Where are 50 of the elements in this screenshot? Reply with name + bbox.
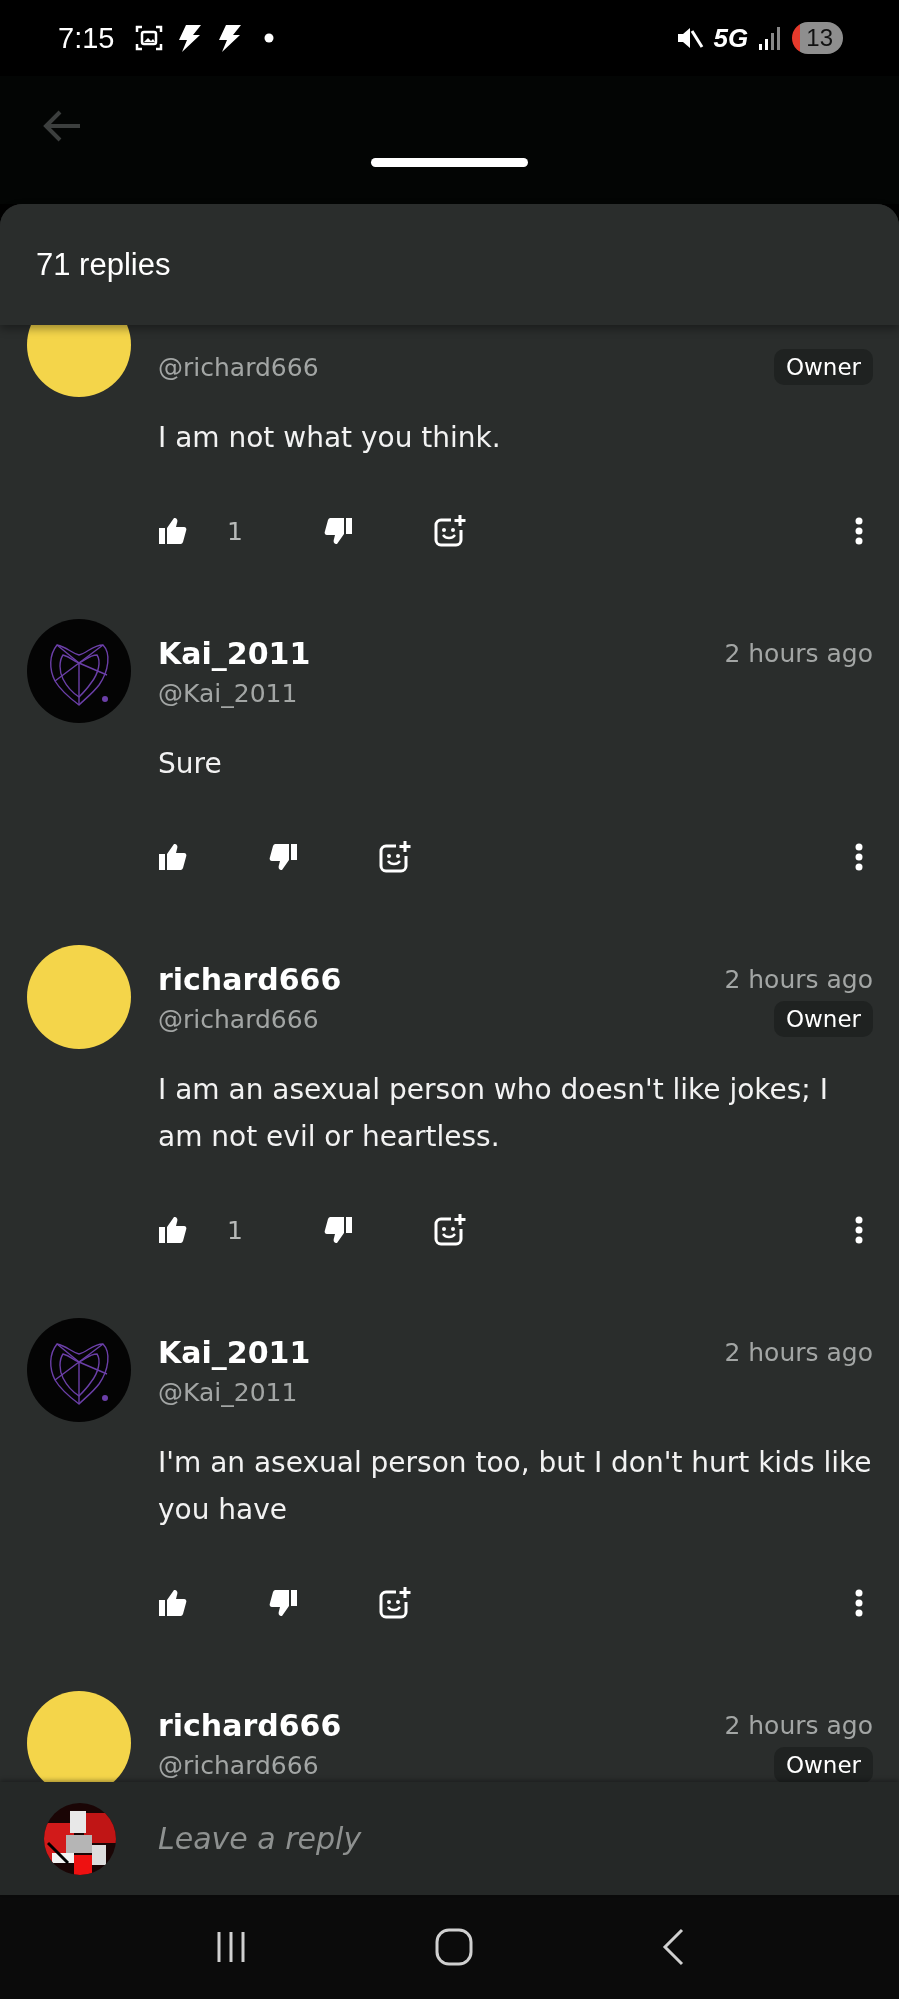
emoji-add-icon[interactable] bbox=[432, 514, 467, 548]
notification-dot-icon bbox=[264, 33, 275, 43]
user-handle: @richard666 bbox=[158, 352, 319, 382]
timestamp: 2 hours ago bbox=[724, 1710, 873, 1740]
status-time: 7:15 bbox=[58, 21, 115, 55]
comment-text: I'm an asexual person too, but I don't hurt kids like you have bbox=[158, 1445, 873, 1528]
timestamp: 2 hours ago bbox=[724, 964, 873, 994]
thumbs-up-icon[interactable] bbox=[158, 1215, 188, 1245]
home-icon[interactable] bbox=[435, 1928, 474, 1966]
owner-badge: Owner bbox=[773, 1001, 873, 1037]
more-options-icon[interactable] bbox=[855, 1216, 863, 1244]
comment-text: Sure bbox=[158, 746, 223, 782]
comment-text: I am not what you think. bbox=[158, 420, 502, 456]
like-count: 1 bbox=[227, 516, 243, 546]
timestamp: 2 hours ago bbox=[724, 1337, 873, 1367]
more-options-icon[interactable] bbox=[855, 843, 863, 871]
reply-field[interactable]: Leave a reply bbox=[156, 1807, 899, 1870]
emoji-add-icon[interactable] bbox=[378, 1586, 412, 1620]
comment-text: I am an asexual person who doesn't like jokes; I am not evil or heartless. bbox=[158, 1072, 829, 1155]
user-name: richard666 bbox=[158, 1707, 342, 1743]
screenshot-icon bbox=[134, 23, 165, 53]
user-name: richard666 bbox=[158, 961, 342, 997]
thumbs-up-icon[interactable] bbox=[158, 1588, 188, 1618]
user-name: Kai_2011 bbox=[158, 635, 311, 671]
back-icon[interactable] bbox=[661, 1928, 686, 1966]
like-count: 1 bbox=[227, 1215, 243, 1245]
user-handle: @Kai_2011 bbox=[158, 1377, 298, 1407]
replies-count: 71 replies bbox=[36, 246, 171, 283]
network-label: 5G bbox=[713, 22, 749, 54]
owner-badge: Owner bbox=[773, 349, 873, 385]
reply-bar[interactable]: Leave a reply bbox=[0, 1782, 899, 1895]
signal-icon bbox=[758, 25, 783, 51]
thumbs-up-icon[interactable] bbox=[158, 516, 188, 546]
thumbs-down-icon[interactable] bbox=[268, 1588, 298, 1618]
thumbs-up-icon[interactable] bbox=[158, 842, 188, 872]
drag-handle[interactable] bbox=[371, 158, 528, 167]
user-name: Kai_2011 bbox=[158, 1334, 311, 1370]
battery-indicator: 13 bbox=[792, 22, 843, 54]
user-handle: @Kai_2011 bbox=[158, 678, 298, 708]
timestamp: 2 hours ago bbox=[724, 638, 873, 668]
emoji-add-icon[interactable] bbox=[432, 1213, 467, 1247]
more-options-icon[interactable] bbox=[855, 1589, 863, 1617]
emoji-add-icon[interactable] bbox=[378, 840, 412, 874]
thumbs-down-icon[interactable] bbox=[322, 1215, 353, 1245]
thumbs-down-icon[interactable] bbox=[322, 516, 353, 546]
user-handle: @richard666 bbox=[158, 1004, 319, 1034]
owner-badge: Owner bbox=[773, 1747, 873, 1782]
more-options-icon[interactable] bbox=[855, 517, 863, 545]
user-handle: @richard666 bbox=[158, 1750, 319, 1780]
thumbs-down-icon[interactable] bbox=[268, 842, 298, 872]
